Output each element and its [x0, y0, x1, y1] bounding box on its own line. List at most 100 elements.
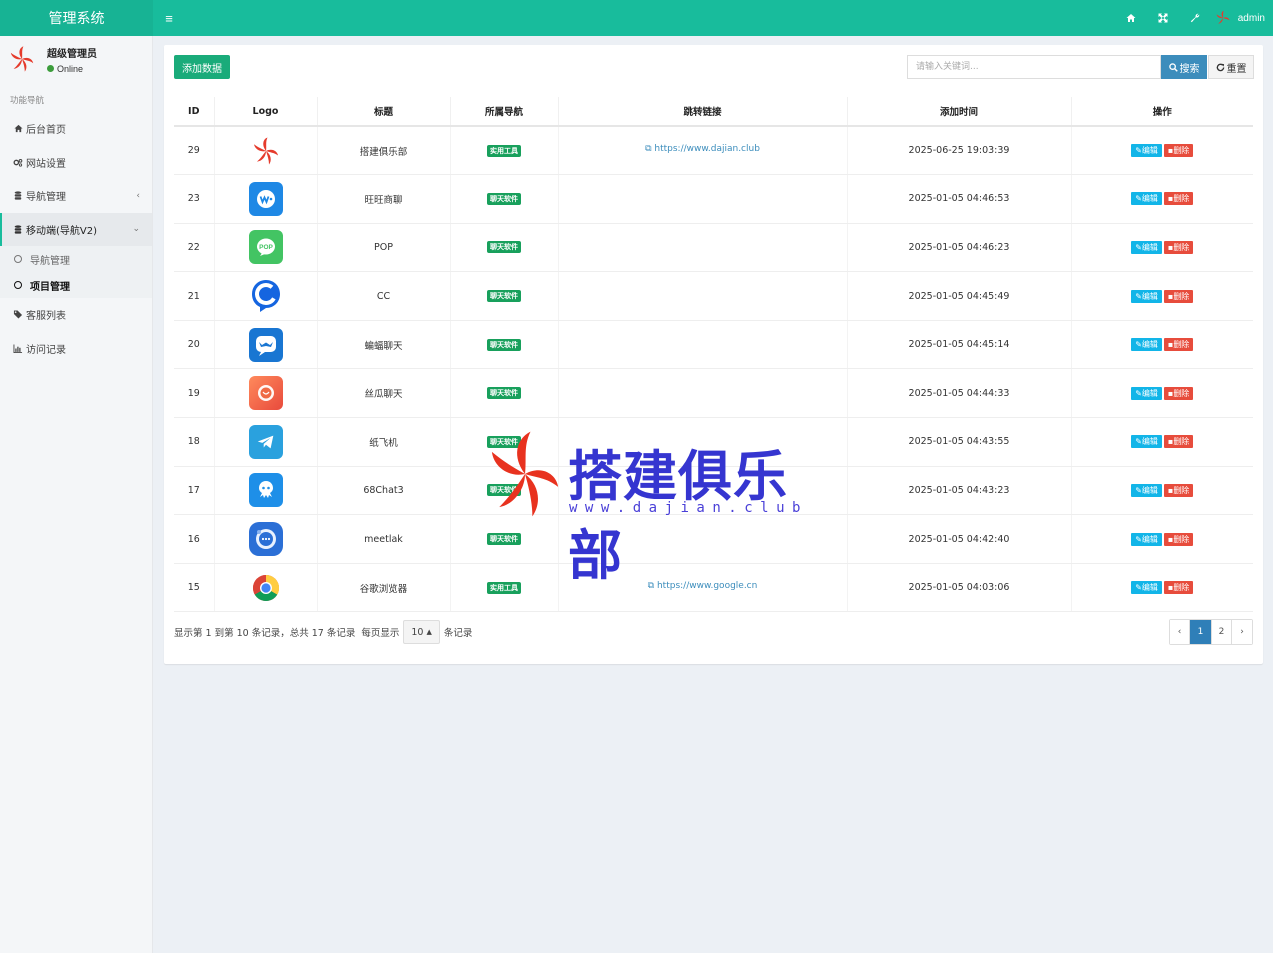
table-footer: 显示第 1 到第 10 条记录，总共 17 条记录 每页显示 10 ▲ 条记录 ‹… — [174, 619, 1253, 645]
wrench-icon[interactable] — [1179, 0, 1211, 36]
cell-nav: 聊天软件 — [450, 320, 559, 370]
cell-actions: ✎编辑 ▪删除 — [1071, 368, 1253, 419]
submenu-item-project-management[interactable]: 项目管理 — [0, 272, 152, 298]
refresh-icon — [1216, 63, 1224, 71]
cell-link — [558, 368, 848, 419]
edit-button[interactable]: ✎编辑 — [1131, 532, 1162, 546]
search-input[interactable] — [907, 55, 1161, 79]
user-menu[interactable]: admin — [1211, 10, 1265, 26]
cell-nav: 聊天软件 — [450, 466, 559, 516]
cell-link — [558, 514, 848, 564]
edit-icon: ✎ — [1135, 534, 1142, 544]
database-icon — [11, 191, 25, 200]
sidebar-item-mobile-nav[interactable]: 移动端(导航V2) ⌄ — [0, 212, 152, 246]
cell-time: 2025-01-05 04:46:53 — [847, 174, 1072, 224]
edit-button[interactable]: ✎编辑 — [1131, 144, 1162, 158]
cell-nav: 聊天软件 — [450, 417, 559, 467]
sidebar-item-site-settings[interactable]: 网站设置 — [0, 146, 152, 180]
sidebar: 超级管理员 Online 功能导航 后台首页 网站设置 导航管理 ‹ 移动端(导… — [0, 36, 153, 953]
cell-time: 2025-06-25 19:03:39 — [847, 126, 1072, 176]
search-button[interactable]: 搜索 — [1161, 55, 1207, 79]
fullscreen-icon[interactable] — [1147, 0, 1179, 36]
cell-id: 20 — [174, 320, 215, 370]
cell-title: 旺旺商聊 — [317, 174, 451, 224]
delete-button[interactable]: ▪删除 — [1163, 338, 1194, 352]
nav-badge: 聊天软件 — [487, 192, 521, 205]
delete-button[interactable]: ▪删除 — [1163, 192, 1194, 206]
home-icon — [11, 124, 25, 133]
delete-button[interactable]: ▪删除 — [1163, 240, 1194, 254]
delete-button[interactable]: ▪删除 — [1163, 435, 1194, 449]
circle-icon — [14, 281, 22, 289]
chrome-logo-icon — [252, 574, 280, 602]
delete-button[interactable]: ▪删除 — [1163, 581, 1194, 595]
toolbar: 添加数据 搜索 重置 — [164, 45, 1263, 87]
sidebar-item-customer-service[interactable]: 客服列表 — [0, 298, 152, 332]
cell-title: meetlak — [317, 514, 451, 564]
sidebar-toggle-icon[interactable]: ≡ — [155, 11, 183, 26]
sidebar-item-nav-management[interactable]: 导航管理 ‹ — [0, 179, 152, 213]
wangwang-logo-icon — [248, 181, 283, 216]
add-data-button[interactable]: 添加数据 — [174, 55, 230, 79]
cell-id: 23 — [174, 174, 215, 224]
search-icon — [1168, 62, 1178, 72]
nav-badge: 聊天软件 — [487, 435, 521, 448]
online-status: Online — [47, 64, 97, 74]
cell-link — [558, 417, 848, 467]
cell-link: ⧉ https://www.dajian.club — [558, 126, 848, 176]
cell-nav: 聊天软件 — [450, 368, 559, 419]
redirect-link[interactable]: ⧉ https://www.dajian.club — [645, 144, 760, 154]
cell-id: 19 — [174, 368, 215, 419]
edit-button[interactable]: ✎编辑 — [1131, 192, 1162, 206]
username: admin — [1237, 12, 1265, 24]
edit-button[interactable]: ✎编辑 — [1131, 483, 1162, 497]
sidebar-item-dashboard[interactable]: 后台首页 — [0, 112, 152, 146]
edit-icon: ✎ — [1135, 291, 1142, 301]
cell-title: POP — [317, 223, 451, 273]
home-icon[interactable] — [1115, 0, 1147, 36]
cell-actions: ✎编辑 ▪删除 — [1071, 174, 1253, 224]
cell-time: 2025-01-05 04:44:33 — [847, 368, 1072, 419]
cell-time: 2025-01-05 04:42:40 — [847, 514, 1072, 564]
page-prev-button[interactable]: ‹ — [1170, 620, 1190, 644]
table-row: 18 纸飞机 聊天软件 2025-01-05 04:43:55 ✎编辑 ▪删除 — [174, 417, 1253, 467]
cell-actions: ✎编辑 ▪删除 — [1071, 223, 1253, 273]
cell-id: 18 — [174, 417, 215, 467]
cell-logo: POP — [214, 223, 318, 273]
cell-id: 21 — [174, 271, 215, 321]
reset-button[interactable]: 重置 — [1208, 55, 1254, 79]
table-row: 21 CC 聊天软件 2025-01-05 04:45:49 ✎编辑 ▪删除 — [174, 271, 1253, 321]
cell-link: ⧉ https://www.google.cn — [558, 563, 848, 613]
edit-button[interactable]: ✎编辑 — [1131, 338, 1162, 352]
delete-button[interactable]: ▪删除 — [1163, 289, 1194, 303]
cell-id: 17 — [174, 466, 215, 516]
delete-button[interactable]: ▪删除 — [1163, 144, 1194, 158]
edit-button[interactable]: ✎编辑 — [1131, 386, 1162, 400]
page-next-button[interactable]: › — [1232, 620, 1252, 644]
page-2-button[interactable]: 2 — [1212, 620, 1232, 644]
table-row: 20 蝙蝠聊天 聊天软件 2025-01-05 04:45:14 ✎编辑 ▪删除 — [174, 320, 1253, 370]
cell-actions: ✎编辑 ▪删除 — [1071, 466, 1253, 516]
edit-button[interactable]: ✎编辑 — [1131, 240, 1162, 254]
app-title[interactable]: 管理系统 — [0, 0, 153, 36]
col-id[interactable]: ID — [174, 97, 215, 127]
page-size-select[interactable]: 10 ▲ — [403, 620, 440, 644]
nav-badge: 聊天软件 — [487, 387, 521, 400]
cell-link — [558, 320, 848, 370]
admin-name: 超级管理员 — [47, 48, 97, 60]
cell-logo — [214, 320, 318, 370]
cell-nav: 实用工具 — [450, 563, 559, 613]
cell-nav: 聊天软件 — [450, 271, 559, 321]
delete-button[interactable]: ▪删除 — [1163, 483, 1194, 497]
delete-button[interactable]: ▪删除 — [1163, 386, 1194, 400]
submenu-item-nav-management[interactable]: 导航管理 — [0, 246, 152, 272]
table-row: 23 旺旺商聊 聊天软件 2025-01-05 04:46:53 ✎编辑 ▪删除 — [174, 174, 1253, 224]
page-1-button[interactable]: 1 — [1190, 620, 1212, 644]
edit-button[interactable]: ✎编辑 — [1131, 289, 1162, 303]
redirect-link[interactable]: ⧉ https://www.google.cn — [648, 581, 758, 591]
edit-button[interactable]: ✎编辑 — [1131, 435, 1162, 449]
cell-nav: 实用工具 — [450, 126, 559, 176]
sidebar-item-visit-logs[interactable]: 访问记录 — [0, 332, 152, 366]
edit-button[interactable]: ✎编辑 — [1131, 581, 1162, 595]
delete-button[interactable]: ▪删除 — [1163, 532, 1194, 546]
